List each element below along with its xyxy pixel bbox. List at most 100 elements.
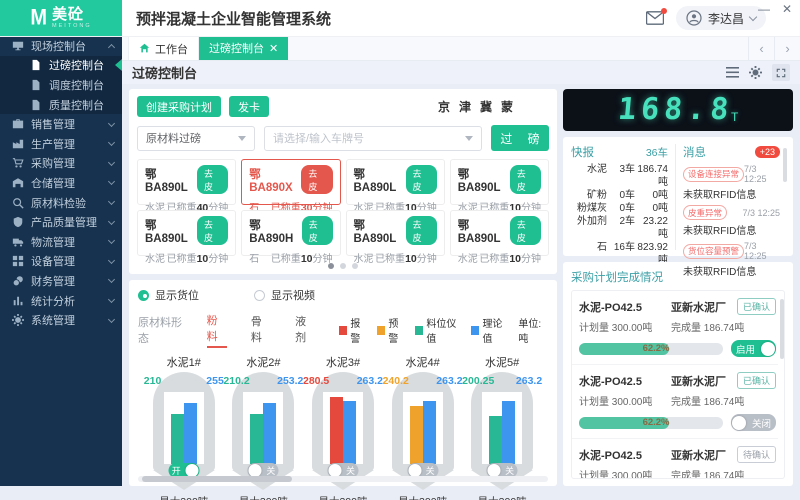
sidebar-item-product-quality[interactable]: 产品质量管理	[0, 212, 122, 232]
vehicle-card[interactable]: 鄂BA890L去皮 水泥已称重10分钟	[137, 210, 236, 256]
close-toggle[interactable]: 关闭	[731, 414, 776, 431]
sidebar-item-dispatch-console[interactable]: 调度控制台	[0, 75, 122, 95]
message-item[interactable]: 货位容量预警7/3 12:25 未获取RFID信息	[683, 241, 780, 278]
user-menu[interactable]: 李达昌	[676, 6, 766, 30]
show-video-radio[interactable]: 显示视频	[254, 287, 315, 303]
material-form-label: 原材料形态	[138, 314, 189, 346]
message-item[interactable]: 皮重异常7/3 12:25 未获取RFID信息	[683, 205, 780, 237]
carousel-dot[interactable]	[352, 263, 358, 269]
depile-button[interactable]: 去皮	[302, 216, 333, 245]
close-button[interactable]: ✕	[782, 3, 792, 15]
filter-powder[interactable]: 粉料	[207, 312, 227, 348]
vehicle-card[interactable]: 鄂BA890L去皮 水泥已称重10分钟	[450, 210, 549, 256]
region-jing[interactable]: 京	[438, 98, 450, 115]
tab-workbench[interactable]: 工作台	[128, 36, 199, 60]
warehouse-icon	[12, 177, 24, 189]
status-badge: 已确认	[737, 372, 776, 389]
depile-button[interactable]: 去皮	[197, 165, 228, 194]
purchase-card[interactable]: 水泥-PO42.5 亚新水泥厂 已确认 计划量 300.00吨 完成量 186.…	[572, 291, 778, 365]
chevron-down-icon	[108, 178, 115, 185]
status-badge: 待确认	[737, 446, 776, 463]
list-view-icon[interactable]	[726, 67, 739, 78]
depile-button[interactable]: 去皮	[406, 165, 437, 194]
filter-aggregate[interactable]: 骨料	[251, 313, 271, 347]
level-bar	[250, 414, 263, 464]
sidebar-item-production[interactable]: 生产管理	[0, 134, 122, 154]
sidebar-item-material-inspection[interactable]: 原材料检验	[0, 193, 122, 213]
silo-cement-1: 水泥1# 210255 开	[144, 354, 224, 471]
sidebar-item-equipment[interactable]: 设备管理	[0, 252, 122, 272]
tab-close-icon[interactable]: ✕	[269, 42, 278, 55]
sidebar-item-site-console[interactable]: 现场控制台	[0, 36, 122, 56]
chevron-down-icon	[749, 12, 757, 20]
depile-button[interactable]: 去皮	[197, 216, 228, 245]
sidebar-item-statistics[interactable]: 统计分析	[0, 291, 122, 311]
settings-gear-icon[interactable]	[749, 66, 762, 79]
vehicle-card[interactable]: 鄂BA890L去皮 水泥已称重10分钟	[450, 159, 549, 205]
minimize-button[interactable]: —	[758, 3, 770, 15]
message-item[interactable]: 设备连接异常7/3 12:25 未获取RFID信息	[683, 164, 780, 201]
mail-icon[interactable]	[646, 11, 664, 25]
show-slots-radio[interactable]: 显示货位	[138, 287, 199, 303]
sidebar-item-logistics[interactable]: 物流管理	[0, 232, 122, 252]
material-type-select[interactable]: 原材料过磅	[137, 126, 255, 151]
purchase-card[interactable]: 水泥-PO42.5 亚新水泥厂 已确认 计划量 300.00吨 完成量 186.…	[572, 365, 778, 439]
level-bar	[489, 416, 502, 464]
vehicle-card[interactable]: 鄂BA890L去皮 水泥已称重40分钟	[137, 159, 236, 205]
depile-button[interactable]: 去皮	[510, 165, 541, 194]
grid-icon	[12, 255, 24, 267]
sidebar-item-procurement[interactable]: 采购管理	[0, 154, 122, 174]
depile-button[interactable]: 去皮	[510, 216, 541, 245]
home-icon	[139, 43, 150, 54]
vehicle-card[interactable]: 鄂BA890L去皮 水泥已称重10分钟	[346, 159, 445, 205]
sidebar-item-finance[interactable]: 财务管理	[0, 271, 122, 291]
vehicle-card[interactable]: 鄂BA890L去皮 水泥已称重10分钟	[346, 210, 445, 256]
vertical-scrollbar[interactable]	[780, 299, 784, 359]
issue-card-button[interactable]: 发卡	[229, 96, 269, 117]
unit-label: 单位:吨	[518, 315, 548, 345]
region-jin[interactable]: 津	[459, 98, 471, 115]
monitor-icon	[12, 40, 24, 52]
region-meng[interactable]: 蒙	[501, 98, 513, 115]
depile-button[interactable]: 去皮	[301, 165, 332, 194]
sidebar-item-warehouse[interactable]: 仓储管理	[0, 173, 122, 193]
message-count-badge: +23	[755, 146, 780, 158]
plate-number-select[interactable]: 请选择/输入车牌号	[264, 126, 482, 151]
messages-title: 消息	[683, 144, 706, 160]
filter-liquid[interactable]: 液剂	[295, 313, 315, 347]
tab-scroll-left[interactable]: ‹	[748, 36, 774, 60]
enable-toggle[interactable]: 启用	[731, 340, 776, 357]
fullscreen-icon[interactable]	[772, 64, 790, 81]
vertical-scrollbar[interactable]	[783, 148, 787, 182]
legend-level-swatch	[415, 326, 423, 335]
vehicle-card-alert[interactable]: 鄂BA890X去皮 石已称重30分钟	[241, 159, 340, 205]
sidebar-item-weigh-console[interactable]: 过磅控制台	[0, 56, 122, 76]
silo-cement-3: 水泥3# 280.5263.2 关	[303, 354, 383, 471]
logo-subtitle: MEITONG	[52, 24, 92, 30]
tab-weigh-console[interactable]: 过磅控制台 ✕	[199, 36, 288, 60]
create-purchase-plan-button[interactable]: 创建采购计划	[137, 96, 221, 117]
sidebar-item-system[interactable]: 系统管理	[0, 310, 122, 330]
legend-alarm-swatch	[339, 326, 347, 335]
report-row: 水泥3车186.74吨	[571, 163, 668, 189]
sidebar-item-quality-console[interactable]: 质量控制台	[0, 95, 122, 115]
sidebar-item-sales[interactable]: 销售管理	[0, 114, 122, 134]
depile-button[interactable]: 去皮	[406, 216, 437, 245]
legend-warn-swatch	[377, 326, 385, 335]
carousel-dot-active[interactable]	[328, 263, 334, 269]
briefcase-icon	[12, 118, 24, 130]
shield-icon	[12, 216, 24, 228]
toggle-knob	[732, 416, 746, 430]
user-name: 李达昌	[708, 10, 744, 27]
purchase-plan-panel: 采购计划完成情况 水泥-PO42.5 亚新水泥厂 已确认 计划量 3	[563, 262, 793, 486]
region-ji[interactable]: 冀	[480, 98, 492, 115]
weigh-button[interactable]: 过 磅	[491, 125, 549, 151]
carousel-dot[interactable]	[340, 263, 346, 269]
silo-charts: 水泥1# 210255 开	[138, 348, 548, 471]
tab-scroll-right[interactable]: ›	[774, 36, 800, 60]
vehicle-card[interactable]: 鄂BA890H去皮 石已称重10分钟	[241, 210, 340, 256]
weigh-operations-panel: 创建采购计划 发卡 京 津 冀 蒙 原材料过磅	[129, 89, 557, 274]
scrollbar-thumb[interactable]	[142, 476, 292, 482]
purchase-card[interactable]: 水泥-PO42.5 亚新水泥厂 待确认 计划量 300.00吨 完成量 186.…	[572, 439, 778, 479]
chevron-down-icon	[108, 296, 115, 303]
